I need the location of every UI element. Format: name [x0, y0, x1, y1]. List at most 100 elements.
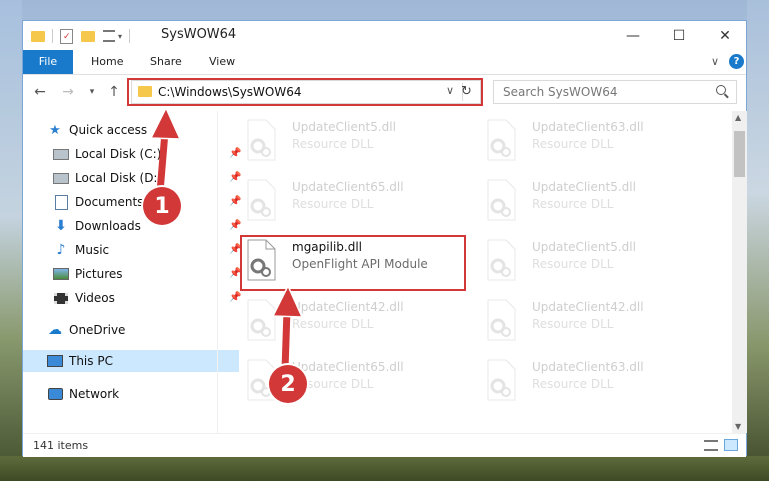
desktop-background-left	[0, 0, 22, 481]
sidebar-item-pictures[interactable]: Pictures 📌	[23, 263, 245, 285]
sidebar-item-label: This PC	[69, 354, 113, 368]
sidebar-item-videos[interactable]: Videos 📌	[23, 287, 245, 309]
file-name: UpdateClient5.dll	[532, 240, 636, 254]
close-button[interactable]: ✕	[702, 21, 748, 50]
sidebar-item-label: Documents	[75, 195, 144, 209]
file-highlight-box	[240, 235, 466, 291]
dll-file-icon	[484, 299, 518, 341]
file-name: UpdateClient5.dll	[292, 120, 396, 134]
sidebar-item-label: Music	[75, 243, 110, 257]
step-badge-2: 2	[269, 365, 307, 403]
sidebar-item-downloads[interactable]: ⬇ Downloads 📌	[23, 215, 245, 237]
quick-access-toolbar: ✓ ▾	[31, 27, 137, 45]
search-input[interactable]: Search SysWOW64	[503, 85, 617, 99]
sidebar-item-label: Local Disk (D:)	[75, 171, 163, 185]
tab-view[interactable]: View	[209, 50, 235, 74]
file-item[interactable]: UpdateClient5.dll Resource DLL	[484, 237, 704, 287]
back-arrow-icon[interactable]: ←	[31, 83, 49, 101]
dll-file-icon	[484, 359, 518, 401]
minimize-button[interactable]: —	[610, 21, 656, 50]
sidebar-item-label: Pictures	[75, 267, 123, 281]
navigation-bar: ← → ▾ ↑ C:\Windows\SysWOW64 ∨ ↻ Search S…	[23, 75, 746, 109]
cloud-icon: ☁	[48, 322, 62, 338]
file-name: UpdateClient65.dll	[292, 360, 404, 374]
search-box[interactable]: Search SysWOW64	[493, 80, 737, 104]
folder-icon	[31, 30, 45, 42]
help-button[interactable]: ?	[729, 54, 744, 69]
file-description: Resource DLL	[292, 197, 374, 211]
navigation-pane: ★ Quick access Local Disk (C:) 📌 Local D…	[23, 111, 241, 433]
up-arrow-icon[interactable]: ↑	[105, 83, 123, 101]
recent-locations-icon[interactable]: ▾	[83, 83, 101, 101]
sidebar-item-local-disk-c[interactable]: Local Disk (C:) 📌	[23, 143, 245, 165]
expand-ribbon-button[interactable]: ∨	[711, 50, 719, 74]
file-description: Resource DLL	[292, 317, 374, 331]
file-name: UpdateClient42.dll	[532, 300, 644, 314]
sidebar-item-label: Local Disk (C:)	[75, 147, 162, 161]
dll-file-icon	[484, 239, 518, 281]
file-name: UpdateClient42.dll	[292, 300, 404, 314]
sidebar-item-local-disk-d[interactable]: Local Disk (D:) 📌	[23, 167, 245, 189]
sidebar-item-this-pc[interactable]: This PC	[23, 350, 239, 372]
documents-icon	[53, 194, 69, 210]
properties-icon[interactable]: ✓	[60, 28, 73, 44]
tiles-view-icon[interactable]	[724, 439, 738, 451]
downloads-icon: ⬇	[55, 218, 67, 234]
sidebar-item-label: Network	[69, 387, 120, 401]
dll-file-icon	[244, 119, 278, 161]
file-name: UpdateClient63.dll	[532, 360, 644, 374]
file-item[interactable]: UpdateClient65.dll Resource DLL	[244, 177, 464, 227]
dll-file-icon	[484, 119, 518, 161]
divider	[129, 29, 131, 43]
file-description: Resource DLL	[532, 257, 614, 271]
file-item[interactable]: UpdateClient5.dll Resource DLL	[244, 117, 464, 167]
divider	[52, 29, 53, 43]
tab-home[interactable]: Home	[91, 50, 123, 74]
network-icon	[47, 386, 63, 402]
window-title: SysWOW64	[161, 27, 237, 42]
ribbon-tabs: File Home Share View ∨ ?	[23, 50, 746, 75]
sidebar-item-label: Quick access	[69, 123, 148, 137]
scrollbar-thumb[interactable]	[734, 131, 745, 177]
file-item[interactable]: UpdateClient5.dll Resource DLL	[484, 177, 704, 227]
dll-file-icon	[244, 299, 278, 341]
new-folder-icon[interactable]	[81, 30, 95, 42]
details-view-icon[interactable]	[704, 440, 718, 451]
file-item[interactable]: UpdateClient63.dll Resource DLL	[484, 357, 704, 407]
chevron-down-icon[interactable]: ▾	[118, 32, 122, 41]
sidebar-item-network[interactable]: Network	[23, 383, 239, 405]
star-icon: ★	[49, 122, 61, 138]
file-description: Resource DLL	[532, 137, 614, 151]
forward-arrow-icon[interactable]: →	[59, 83, 77, 101]
sidebar-item-documents[interactable]: Documents 📌	[23, 191, 245, 213]
desktop-background-right	[747, 0, 769, 481]
tab-file[interactable]: File	[23, 50, 73, 74]
pictures-icon	[53, 266, 69, 282]
customize-toolbar-icon[interactable]	[103, 30, 115, 42]
sidebar-item-music[interactable]: ♪ Music 📌	[23, 239, 245, 261]
search-icon-handle	[724, 93, 729, 99]
dll-file-icon	[484, 179, 518, 221]
videos-icon	[53, 290, 69, 306]
file-description: Resource DLL	[532, 317, 614, 331]
drive-icon	[53, 170, 69, 186]
file-item[interactable]: UpdateClient42.dll Resource DLL	[484, 297, 704, 347]
maximize-button[interactable]: ☐	[656, 21, 702, 50]
scroll-down-icon[interactable]: ▼	[735, 422, 741, 431]
vertical-scrollbar[interactable]: ▲ ▼	[732, 111, 747, 433]
tab-share[interactable]: Share	[150, 50, 182, 74]
address-highlight-box	[127, 78, 483, 106]
sidebar-item-label: Videos	[75, 291, 115, 305]
drive-icon	[53, 146, 69, 162]
step-badge-1: 1	[143, 187, 181, 225]
explorer-window: ✓ ▾ SysWOW64 — ☐ ✕ File Home Share View …	[22, 20, 747, 457]
item-count: 141 items	[33, 439, 89, 452]
file-description: Resource DLL	[532, 197, 614, 211]
title-bar: ✓ ▾ SysWOW64 — ☐ ✕	[23, 21, 746, 50]
scroll-up-icon[interactable]: ▲	[735, 113, 741, 122]
sidebar-item-quick-access[interactable]: ★ Quick access	[23, 119, 239, 141]
file-item[interactable]: UpdateClient42.dll Resource DLL	[244, 297, 464, 347]
file-name: UpdateClient63.dll	[532, 120, 644, 134]
sidebar-item-onedrive[interactable]: ☁ OneDrive	[23, 319, 239, 341]
file-item[interactable]: UpdateClient63.dll Resource DLL	[484, 117, 704, 167]
